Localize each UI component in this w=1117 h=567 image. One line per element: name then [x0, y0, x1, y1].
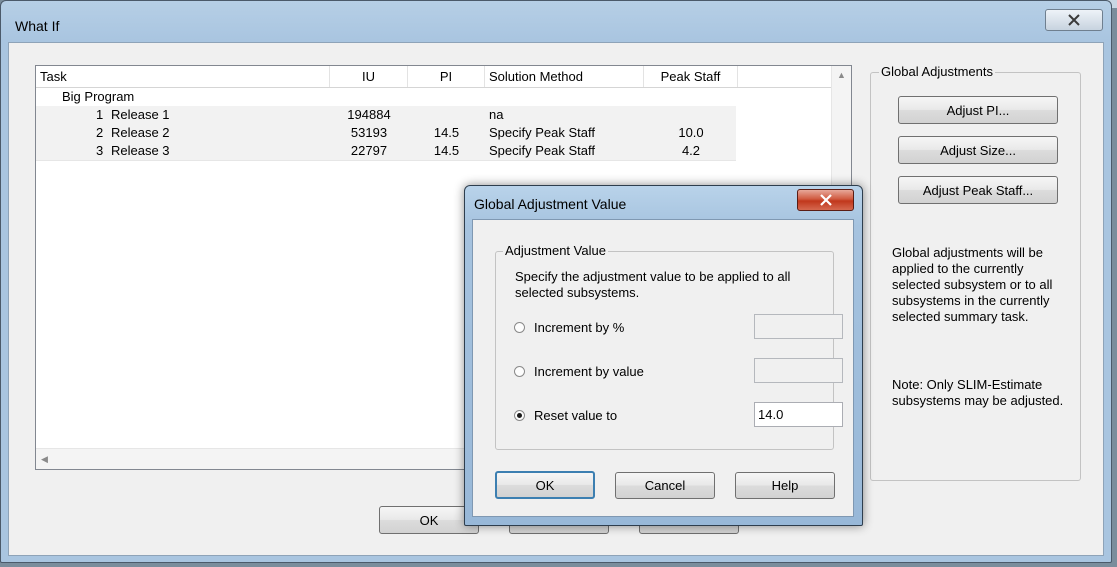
- dialog-close-button[interactable]: [797, 189, 854, 211]
- table-row[interactable]: 3 Release 3 22797 14.5 Specify Peak Staf…: [36, 142, 736, 161]
- table-row[interactable]: 1 Release 1 194884 na: [36, 106, 736, 125]
- scroll-left-icon[interactable]: ◀: [41, 454, 48, 465]
- increment-percent-field[interactable]: [754, 314, 843, 339]
- reset-value-radio[interactable]: [514, 409, 525, 421]
- iu-value: 194884: [347, 107, 391, 122]
- adjustment-value-legend: Adjustment Value: [503, 243, 608, 258]
- increment-value-radio[interactable]: [514, 365, 525, 377]
- table-row-parent[interactable]: Big Program: [36, 88, 736, 106]
- dialog-help-button[interactable]: Help: [735, 472, 835, 499]
- adjustment-value-group: Adjustment Value Specify the adjustment …: [495, 243, 843, 450]
- solution-method-value: na: [489, 107, 504, 122]
- increment-percent-label: Increment by %: [534, 319, 625, 335]
- global-adjustments-group: Global Adjustments Adjust PI... Adjust S…: [870, 64, 1081, 481]
- column-header-peak-staff[interactable]: Peak Staff: [644, 66, 738, 87]
- reset-value-label: Reset value to: [534, 407, 618, 423]
- parent-task-label: Big Program: [62, 89, 135, 104]
- task-name: Release 3: [111, 143, 170, 158]
- global-adjustments-info: Global adjustments will be applied to th…: [892, 245, 1053, 324]
- pi-value: [408, 106, 485, 124]
- scroll-up-icon[interactable]: ▲: [837, 70, 846, 80]
- pi-value: 14.5: [433, 125, 460, 140]
- row-number: 2: [96, 125, 104, 140]
- increment-percent-option[interactable]: Increment by %: [514, 318, 624, 336]
- solution-method-value: Specify Peak Staff: [489, 143, 595, 158]
- row-number: 3: [96, 143, 104, 158]
- adjust-size-button[interactable]: Adjust Size...: [898, 136, 1058, 164]
- close-icon: [1068, 14, 1080, 26]
- window-title: What If: [15, 18, 60, 34]
- column-header-pi[interactable]: PI: [408, 66, 485, 87]
- table-row[interactable]: 2 Release 2 53193 14.5 Specify Peak Staf…: [36, 124, 736, 143]
- increment-percent-radio[interactable]: [514, 321, 525, 333]
- window-close-button[interactable]: [1045, 9, 1103, 31]
- peak-staff-value: 4.2: [681, 143, 701, 158]
- close-icon: [819, 194, 832, 206]
- adjust-peak-staff-button[interactable]: Adjust Peak Staff...: [898, 176, 1058, 204]
- dialog-title: Global Adjustment Value: [474, 196, 627, 212]
- global-adjustment-value-dialog: Global Adjustment Value Adjustment Value…: [464, 185, 863, 526]
- peak-staff-value: 10.0: [678, 125, 704, 140]
- pi-value: 14.5: [433, 143, 460, 158]
- increment-value-option[interactable]: Increment by value: [514, 362, 644, 380]
- adjustment-description: Specify the adjustment value to be appli…: [515, 269, 791, 300]
- adjust-pi-button[interactable]: Adjust PI...: [898, 96, 1058, 124]
- slim-estimate-note: Note: Only SLIM-Estimate subsystems may …: [892, 377, 1064, 408]
- column-header-iu[interactable]: IU: [330, 66, 408, 87]
- dialog-ok-button[interactable]: OK: [495, 471, 595, 499]
- reset-value-field[interactable]: [754, 402, 843, 427]
- column-header-solution-method[interactable]: Solution Method: [485, 66, 644, 87]
- peak-staff-value: [644, 106, 738, 124]
- increment-value-field[interactable]: [754, 358, 843, 383]
- task-name: Release 2: [111, 125, 170, 140]
- column-header-empty: [738, 66, 832, 87]
- grid-header: Task IU PI Solution Method Peak Staff: [36, 66, 832, 88]
- global-adjustments-legend: Global Adjustments: [879, 64, 996, 79]
- row-number: 1: [96, 107, 104, 122]
- task-name: Release 1: [111, 107, 170, 122]
- solution-method-value: Specify Peak Staff: [489, 125, 595, 140]
- iu-value: 22797: [350, 143, 388, 158]
- increment-value-label: Increment by value: [534, 363, 644, 379]
- dialog-client-area: Adjustment Value Specify the adjustment …: [472, 219, 854, 517]
- reset-value-option[interactable]: Reset value to: [514, 406, 617, 424]
- column-header-task[interactable]: Task: [36, 66, 330, 87]
- iu-value: 53193: [350, 125, 388, 140]
- dialog-cancel-button[interactable]: Cancel: [615, 472, 715, 499]
